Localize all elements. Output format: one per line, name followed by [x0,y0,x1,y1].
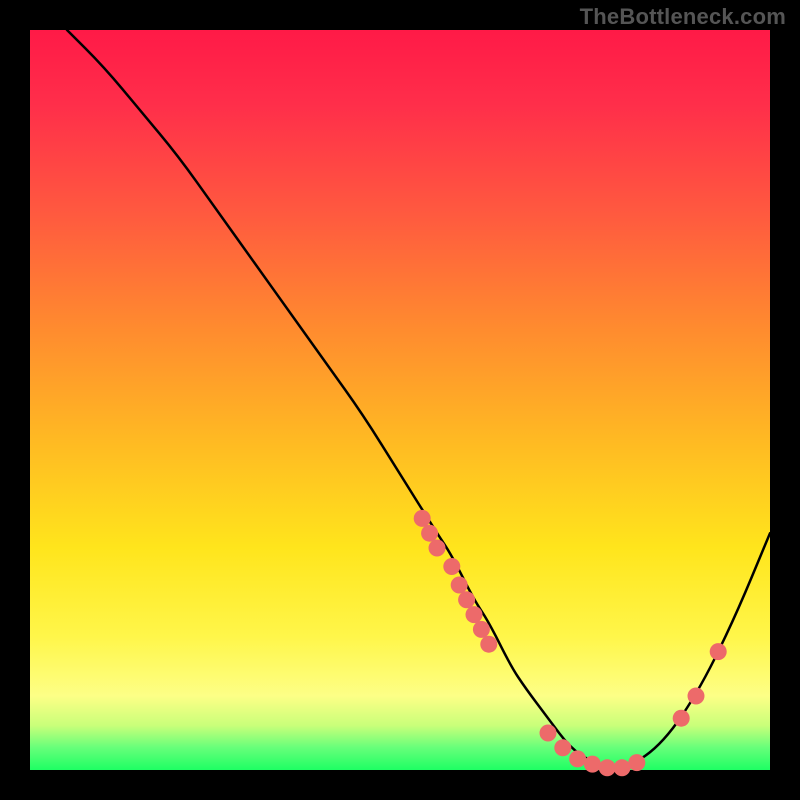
highlight-dot [480,636,497,653]
highlight-dot [443,558,460,575]
watermark-label: TheBottleneck.com [580,4,786,30]
highlight-dot [599,759,616,776]
highlight-dot [540,725,557,742]
highlight-dot [554,739,571,756]
chart-overlay-svg [30,30,770,770]
highlight-dot [458,591,475,608]
highlight-dot [688,688,705,705]
highlight-dot [710,643,727,660]
highlight-dot [451,577,468,594]
bottleneck-curve-line [67,30,770,767]
highlight-dot [628,754,645,771]
highlight-dot [466,606,483,623]
highlight-dot [414,510,431,527]
highlight-dot [473,621,490,638]
chart-stage: TheBottleneck.com [0,0,800,800]
highlight-dot [614,759,631,776]
highlight-dot [569,750,586,767]
highlight-dot [429,540,446,557]
highlight-scatter-group [414,510,727,776]
highlight-dot [584,756,601,773]
highlight-dot [673,710,690,727]
highlight-dot [421,525,438,542]
plot-area [30,30,770,770]
